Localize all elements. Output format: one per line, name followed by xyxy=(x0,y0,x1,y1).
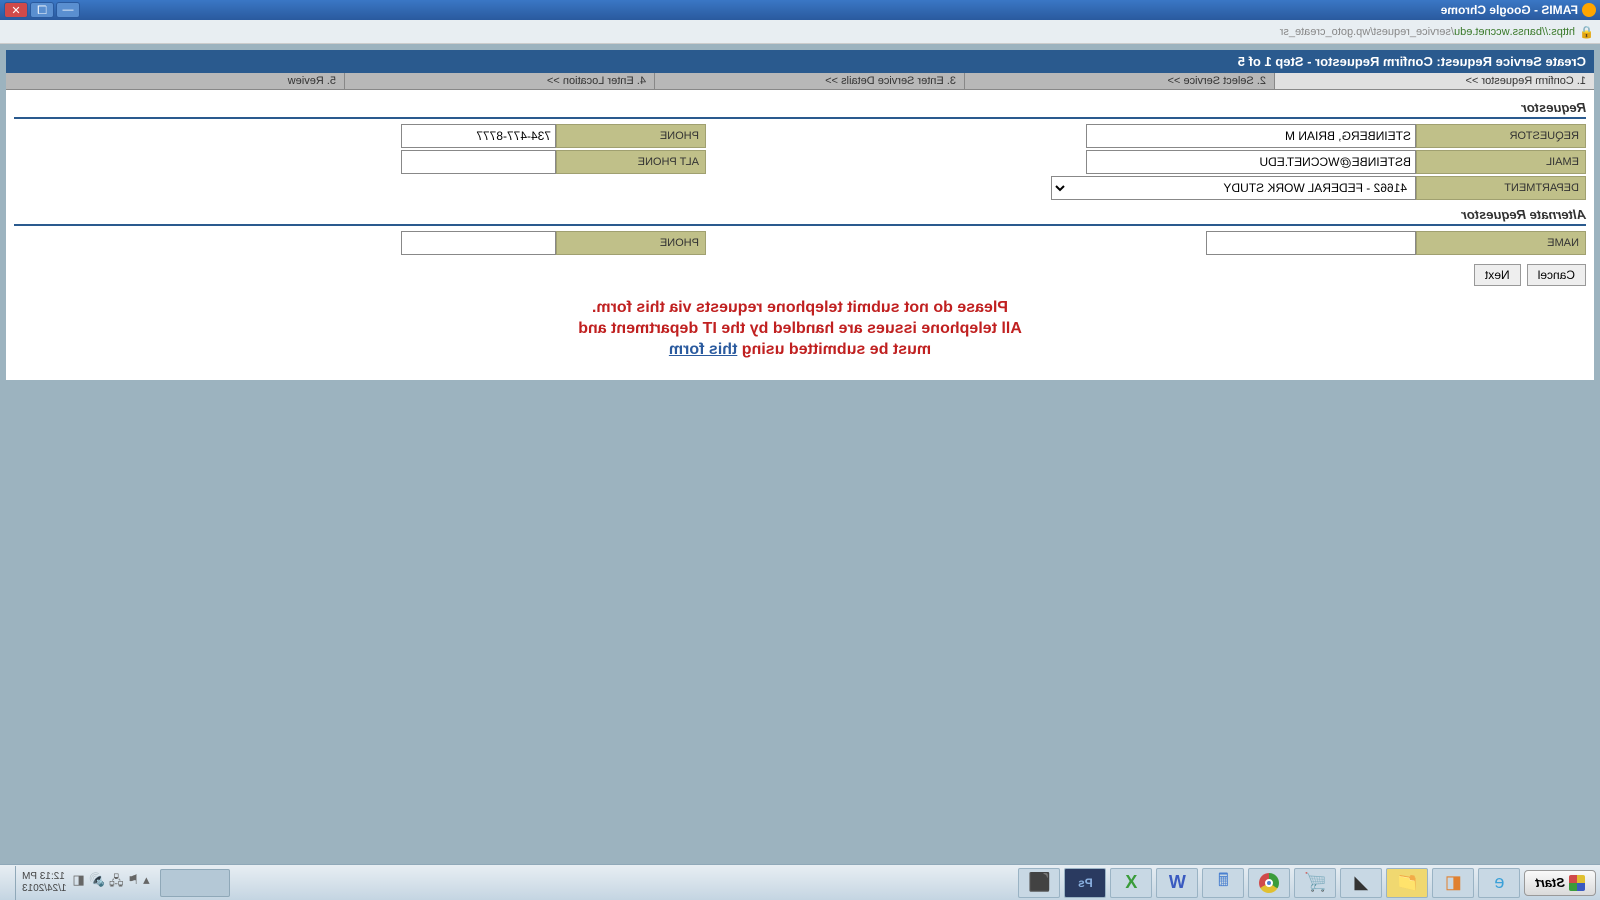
alt-name-label: NAME xyxy=(1416,231,1586,255)
taskbar-icon-calc[interactable]: 🖩 xyxy=(1202,868,1244,898)
taskbar-icon-ie[interactable]: e xyxy=(1478,868,1520,898)
taskbar-icon-chrome[interactable] xyxy=(1248,868,1290,898)
page-header: Create Service Request: Confirm Requesto… xyxy=(6,50,1594,73)
step-2-select-service[interactable]: 2. Select Service >> xyxy=(964,73,1274,89)
this-form-link[interactable]: this form xyxy=(669,341,737,358)
taskbar-icon-scan[interactable]: ⬛ xyxy=(1018,868,1060,898)
url-host: ://banss.wccnet.edu xyxy=(1454,26,1551,38)
notice-line-3: must be submitted using this form xyxy=(6,340,1594,361)
alt-name-input[interactable] xyxy=(1206,231,1416,255)
phone-input[interactable] xyxy=(401,124,556,148)
alt-phone-label: ALT PHONE xyxy=(556,150,706,174)
close-button[interactable]: ✕ xyxy=(4,2,28,18)
tray-icon-flag[interactable]: ⚑ xyxy=(127,872,139,894)
divider xyxy=(14,224,1586,226)
system-tray: ▴ ⚑ 🖧 🔊 ◧ 12:13 PM 1/24/2013 xyxy=(16,871,156,895)
alt-phone-input[interactable] xyxy=(401,150,556,174)
alt-phone2-label: PHONE xyxy=(556,231,706,255)
lock-icon: 🔒 xyxy=(1579,25,1594,39)
tray-icon-app[interactable]: ◧ xyxy=(73,872,85,894)
window-titlebar: FAMIS - Google Chrome — ❐ ✕ xyxy=(0,0,1600,20)
taskbar-icon-word[interactable]: W xyxy=(1156,868,1198,898)
taskbar-clock[interactable]: 12:13 PM 1/24/2013 xyxy=(22,871,67,895)
start-button[interactable]: Start xyxy=(1524,870,1596,896)
url-scheme: https xyxy=(1551,26,1575,38)
taskbar-icon-app2[interactable]: 🛒 xyxy=(1294,868,1336,898)
divider xyxy=(14,117,1586,119)
alternate-requestor-section-title: Alternate Requestor xyxy=(6,201,1594,224)
requestor-input[interactable] xyxy=(1086,124,1416,148)
show-desktop-button[interactable] xyxy=(4,866,16,900)
phone-label: PHONE xyxy=(556,124,706,148)
taskbar: Start e ◧ 📁 ◢ 🛒 🖩 W X Ps ⬛ ▴ ⚑ 🖧 🔊 ◧ 12:… xyxy=(0,864,1600,900)
clock-date: 1/24/2013 xyxy=(22,883,67,895)
step-1-confirm-requestor[interactable]: 1. Confirm Requestor >> xyxy=(1274,73,1594,89)
taskbar-icon-explorer[interactable]: 📁 xyxy=(1386,868,1428,898)
tray-icon-network[interactable]: 🖧 xyxy=(109,872,124,894)
maximize-button[interactable]: ❐ xyxy=(30,2,54,18)
tray-icon-volume[interactable]: 🔊 xyxy=(89,872,105,894)
taskbar-icon-media[interactable]: ◧ xyxy=(1432,868,1474,898)
taskbar-icon-excel[interactable]: X xyxy=(1110,868,1152,898)
browser-viewport: Create Service Request: Confirm Requesto… xyxy=(0,44,1600,864)
taskbar-icon-ps[interactable]: Ps xyxy=(1064,868,1106,898)
alt-phone2-input[interactable] xyxy=(401,231,556,255)
requestor-label: REQUESTOR xyxy=(1416,124,1586,148)
step-5-review[interactable]: 5. Review xyxy=(6,73,344,89)
notice-line-2: All telephone issues are handled by the … xyxy=(6,319,1594,340)
email-label: EMAIL xyxy=(1416,150,1586,174)
url-path: /service_request/wp.goto_create_sr xyxy=(1280,26,1454,38)
taskbar-icon-app1[interactable]: ◢ xyxy=(1340,868,1382,898)
minimize-button[interactable]: — xyxy=(56,2,80,18)
windows-flag-icon xyxy=(1569,875,1585,891)
next-button[interactable]: Next xyxy=(1474,264,1521,286)
tray-icon-chevron[interactable]: ▴ xyxy=(143,872,150,894)
requestor-section-title: Requestor xyxy=(6,90,1594,117)
department-label: DEPARTMENT xyxy=(1416,176,1586,200)
cancel-button[interactable]: Cancel xyxy=(1527,264,1586,286)
step-3-enter-details[interactable]: 3. Enter Service Details >> xyxy=(654,73,964,89)
favicon xyxy=(1582,3,1596,17)
step-4-enter-location[interactable]: 4. Enter Location >> xyxy=(344,73,654,89)
page-content: Create Service Request: Confirm Requesto… xyxy=(6,50,1594,380)
department-select[interactable]: 41662 - FEDERAL WORK STUDY xyxy=(1051,176,1416,200)
clock-time: 12:13 PM xyxy=(22,871,67,883)
step-nav: 1. Confirm Requestor >> 2. Select Servic… xyxy=(6,73,1594,90)
notice-line-1: Please do not submit telephone requests … xyxy=(6,298,1594,319)
taskbar-running-app[interactable] xyxy=(160,869,230,897)
email-input[interactable] xyxy=(1086,150,1416,174)
window-title: FAMIS - Google Chrome xyxy=(80,3,1578,17)
warning-notice: Please do not submit telephone requests … xyxy=(6,294,1594,380)
address-bar[interactable]: 🔒 https://banss.wccnet.edu/service_reque… xyxy=(0,20,1600,44)
